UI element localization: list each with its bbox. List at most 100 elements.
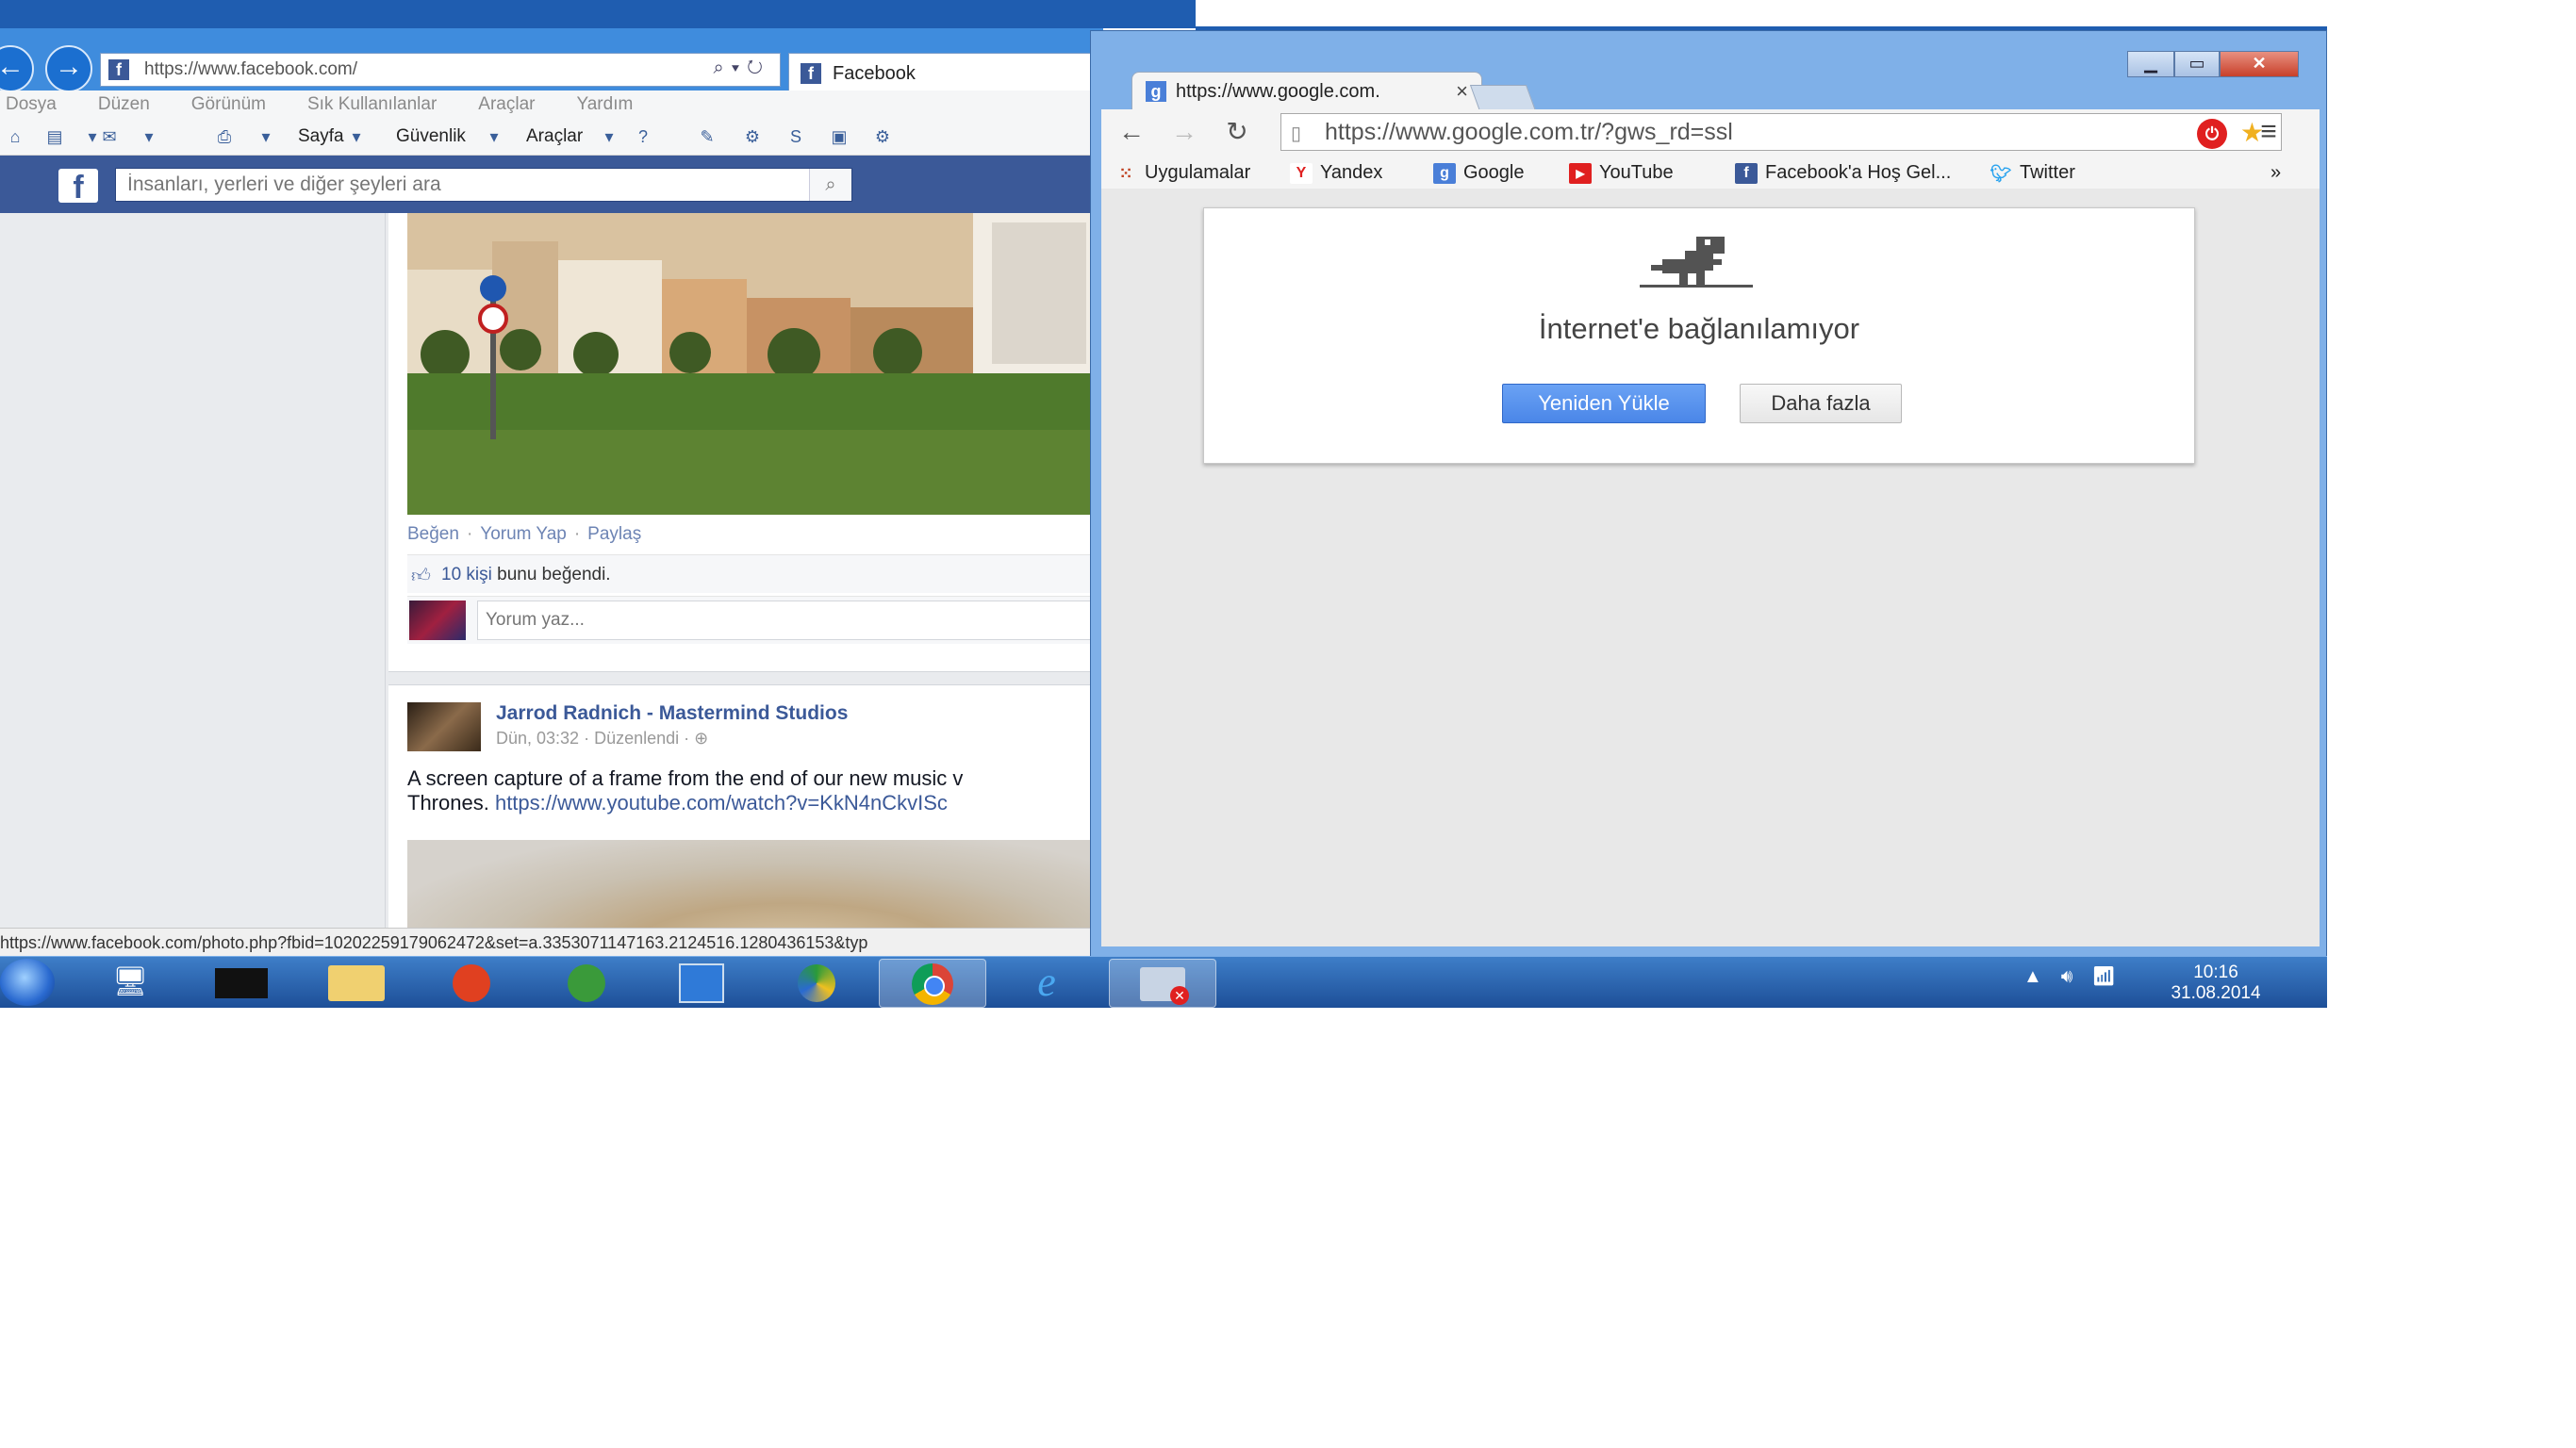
minimize-button[interactable]: ▁ (2127, 51, 2174, 77)
taskbar-cmd-icon[interactable] (189, 959, 294, 1006)
feed-post: Jarrod Radnich - Mastermind Studios Dün,… (388, 684, 1103, 956)
dropdown-icon[interactable]: ▾ (345, 126, 368, 147)
share-link[interactable]: Paylaş (587, 524, 641, 544)
back-arrow-icon[interactable]: ← (1115, 115, 1148, 149)
city-photo-illustration (407, 213, 1103, 515)
dropdown-icon[interactable]: ▾ (598, 126, 620, 147)
page-icon: ▯ (1291, 123, 1302, 144)
cmd-sayfa[interactable]: Sayfa (298, 126, 344, 147)
maximize-button[interactable]: ▭ (2174, 51, 2220, 77)
omnibox-input[interactable] (1323, 118, 2156, 146)
comment-input[interactable] (477, 601, 1103, 640)
menu-gorunum[interactable]: Görünüm (191, 90, 266, 119)
forward-arrow-icon[interactable]: → (1167, 115, 1201, 149)
search-icon[interactable]: ⌕ (809, 169, 851, 201)
system-tray-icons[interactable]: ▲🔊︎📶︎ (2023, 964, 2135, 988)
comment-box (407, 596, 1103, 644)
reload-icon[interactable]: ↻ (1220, 115, 1254, 149)
menu-araclar[interactable]: Araçlar (478, 90, 535, 119)
close-icon[interactable]: × (1456, 79, 1468, 104)
chrome-toolbar: ← → ↻ ▯ ⌕ ★ ⏻ ≡ (1101, 109, 2320, 156)
bookmark-label: Yandex (1320, 162, 1383, 183)
mail-icon[interactable]: ✉ (98, 126, 121, 147)
facebook-left-column (0, 213, 386, 956)
more-details-button[interactable]: Daha fazla (1740, 384, 1902, 423)
search-refresh-icon[interactable]: ⌕▾↻ (714, 58, 770, 79)
research-icon[interactable]: ✎ (696, 126, 718, 147)
likes-count-link[interactable]: 10 kişi (441, 565, 492, 584)
start-button[interactable] (0, 959, 55, 1006)
taskbar-network-icon[interactable]: ✕ (1109, 959, 1216, 1008)
post-photo[interactable] (407, 213, 1103, 515)
post-author[interactable]: Jarrod Radnich - Mastermind Studios (496, 702, 848, 725)
taskbar-ie-icon[interactable]: e (994, 959, 1099, 1006)
facebook-top-bar: f ⌕ (0, 156, 1103, 213)
bookmark-apps[interactable]: ⁙ Uygulamalar (1115, 162, 1250, 184)
ie-tab-facebook[interactable]: f Facebook (788, 53, 1103, 91)
home-icon[interactable]: ⌂ (4, 126, 26, 147)
back-arrow-icon[interactable]: ← (0, 45, 34, 92)
taskbar-ccleaner-icon[interactable] (419, 959, 524, 1006)
taskbar-wifi-icon[interactable] (649, 959, 754, 1006)
post-text: A screen capture of a frame from the end… (407, 766, 1103, 815)
post-edited[interactable]: Düzenlendi (594, 729, 679, 748)
youtube-link[interactable]: https://www.youtube.com/watch?v=KkN4nCkv… (495, 791, 948, 814)
extension-icon[interactable]: ⏻ (2197, 119, 2227, 149)
skype-icon[interactable]: S (784, 126, 807, 147)
ie-tab-label: Facebook (833, 63, 916, 84)
menu-sik-kullanilanlar[interactable]: Sık Kullanılanlar (307, 90, 437, 119)
facebook-search-input[interactable] (125, 172, 789, 198)
help-icon[interactable]: ? (632, 126, 654, 147)
bookmark-yandex[interactable]: Y Yandex (1290, 162, 1382, 184)
apps-grid-icon: ⁙ (1118, 163, 1133, 183)
close-window-button[interactable]: ✕ (2220, 51, 2299, 77)
dropdown-icon[interactable]: ▾ (255, 126, 277, 147)
bookmark-youtube[interactable]: ▶ YouTube (1569, 162, 1674, 184)
bookmark-twitter[interactable]: 🐦︎ Twitter (1990, 162, 2075, 184)
avatar (409, 601, 466, 640)
print-icon[interactable]: ⎙ (213, 126, 236, 147)
avatar[interactable] (407, 702, 481, 751)
cmd-guvenlik[interactable]: Güvenlik (396, 126, 466, 147)
yandex-icon: Y (1290, 162, 1313, 184)
taskbar-computer-icon[interactable]: 🖥︎ (77, 959, 183, 1006)
menu-duzen[interactable]: Düzen (98, 90, 150, 119)
chrome-tab-google[interactable]: g https://www.google.com. × (1131, 72, 1482, 110)
menu-dosya[interactable]: Dosya (6, 90, 57, 119)
comment-link[interactable]: Yorum Yap (480, 524, 567, 544)
dropdown-icon[interactable]: ▾ (483, 126, 505, 147)
facebook-logo-icon[interactable]: f (58, 169, 98, 206)
like-link[interactable]: Beğen (407, 524, 459, 544)
bookmark-google[interactable]: g Google (1433, 162, 1525, 184)
taskbar-sync-icon[interactable] (764, 959, 869, 1006)
clock-time[interactable]: 10:16 (2159, 963, 2272, 983)
bookmarks-overflow-button[interactable]: » (2271, 162, 2281, 184)
taskbar-folder-icon[interactable] (304, 959, 409, 1006)
bookmark-facebook[interactable]: f Facebook'a Hoş Gel... (1735, 162, 1951, 184)
facebook-search[interactable]: ⌕ (115, 168, 852, 202)
menu-yardim[interactable]: Yardım (576, 90, 633, 119)
reload-button[interactable]: Yeniden Yükle (1502, 384, 1706, 423)
post-likes-row: 👍︎ 10 kişi bunu beğendi. (407, 554, 1103, 593)
image-icon[interactable]: ▣ (828, 126, 850, 147)
ie-address-url[interactable]: https://www.facebook.com/ (144, 59, 357, 80)
taskbar-chrome-icon[interactable] (879, 959, 986, 1008)
clock-date[interactable]: 31.08.2014 (2159, 983, 2272, 1004)
ie-address-bar[interactable]: f https://www.facebook.com/ ⌕▾↻ (100, 53, 781, 87)
post-time[interactable]: Dün, 03:32 (496, 729, 579, 748)
dropdown-icon[interactable]: ▾ (138, 126, 160, 147)
gear-icon[interactable]: ⚙ (741, 126, 764, 147)
feeds-icon[interactable]: ▤ (43, 126, 66, 147)
forward-arrow-icon[interactable]: → (45, 45, 92, 92)
cmd-araclar[interactable]: Araçlar (526, 126, 583, 147)
ie-command-bar: ⌂ ▤ ▾ ✉ ▾ ⎙ ▾ Sayfa ▾ Güvenlik ▾ Araçlar… (0, 119, 1103, 156)
chrome-omnibox[interactable]: ▯ ⌕ ★ (1280, 113, 2282, 151)
new-tab-button[interactable] (1469, 85, 1537, 111)
likes-text: 10 kişi bunu beğendi. (441, 565, 611, 585)
ie-title-strip (0, 0, 1196, 28)
menu-icon[interactable]: ≡ (2252, 115, 2286, 149)
bookmark-label: Facebook'a Hoş Gel... (1765, 162, 1952, 183)
bookmark-label: Uygulamalar (1145, 162, 1251, 183)
gear-icon[interactable]: ⚙ (871, 126, 894, 147)
taskbar-utorrent-icon[interactable] (534, 959, 639, 1006)
